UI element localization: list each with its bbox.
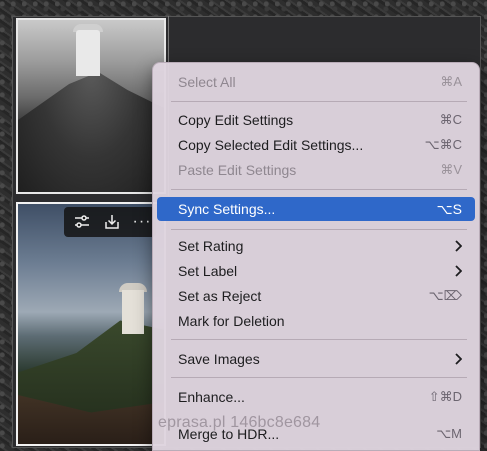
menu-item-set-label[interactable]: Set Label (157, 259, 475, 283)
menu-item-shortcut: ⌘C (439, 112, 462, 127)
menu-item-set-as-reject[interactable]: Set as Reject ⌥⌦ (157, 284, 475, 308)
menu-separator (171, 229, 467, 230)
chevron-right-icon (455, 353, 462, 365)
menu-item-sync-settings[interactable]: Sync Settings... ⌥S (157, 197, 475, 221)
menu-item-shortcut: ⌘A (440, 74, 462, 89)
menu-separator (171, 377, 467, 378)
photo-thumbnail-2[interactable] (16, 202, 166, 446)
menu-item-mark-for-deletion[interactable]: Mark for Deletion (157, 309, 475, 333)
menu-item-label: Copy Selected Edit Settings... (178, 137, 364, 153)
sliders-icon[interactable] (72, 212, 92, 232)
menu-separator (171, 339, 467, 340)
menu-item-label: Copy Edit Settings (178, 112, 294, 128)
photo-rocks (18, 72, 164, 192)
more-icon[interactable]: ··· (132, 212, 152, 232)
menu-item-label: Select All (178, 74, 236, 90)
menu-item-copy-selected-edit-settings[interactable]: Copy Selected Edit Settings... ⌥⌘C (157, 133, 475, 157)
menu-item-label: Set Label (178, 263, 238, 279)
menu-separator (171, 101, 467, 102)
menu-item-enhance[interactable]: Enhance... ⇧⌘D (157, 385, 475, 409)
menu-item-shortcut: ⇧⌘D (428, 389, 462, 404)
lighthouse (122, 290, 144, 334)
menu-item-label: Paste Edit Settings (178, 162, 297, 178)
menu-item-label: Save Images (178, 351, 260, 367)
menu-item-label: Set Rating (178, 238, 244, 254)
chevron-right-icon (455, 240, 462, 252)
menu-item-shortcut: ⌥M (436, 426, 462, 441)
menu-item-shortcut: ⌥⌦ (428, 288, 462, 303)
menu-item-label: Sync Settings... (178, 201, 276, 217)
thumbnail-toolbar: ··· (64, 207, 156, 237)
menu-item-shortcut: ⌥⌘C (424, 137, 462, 152)
menu-item-copy-edit-settings[interactable]: Copy Edit Settings ⌘C (157, 108, 475, 132)
menu-item-label: Set as Reject (178, 288, 262, 304)
menu-item-shortcut: ⌘V (440, 162, 462, 177)
menu-separator (171, 189, 467, 190)
menu-item-label: Merge to HDR... (178, 426, 280, 442)
download-icon[interactable] (102, 212, 122, 232)
menu-item-label: Mark for Deletion (178, 313, 285, 329)
menu-item-set-rating[interactable]: Set Rating (157, 234, 475, 258)
photo-thumbnail-1[interactable] (16, 18, 166, 194)
context-menu: Select All ⌘A Copy Edit Settings ⌘C Copy… (152, 62, 480, 451)
menu-item-select-all[interactable]: Select All ⌘A (157, 70, 475, 94)
menu-item-label: Enhance... (178, 389, 245, 405)
menu-item-paste-edit-settings[interactable]: Paste Edit Settings ⌘V (157, 158, 475, 182)
menu-item-save-images[interactable]: Save Images (157, 347, 475, 371)
lighthouse (76, 30, 100, 76)
menu-item-shortcut: ⌥S (436, 200, 462, 217)
menu-item-merge-to-hdr[interactable]: Merge to HDR... ⌥M (157, 422, 475, 446)
chevron-right-icon (455, 265, 462, 277)
